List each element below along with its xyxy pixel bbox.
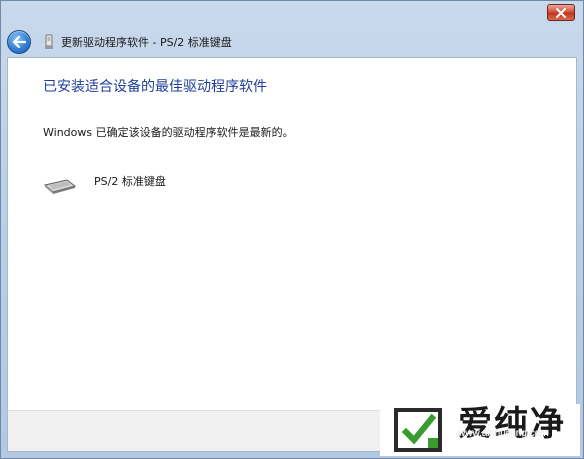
wizard-nav-bar: 更新驱动程序软件 - PS/2 标准键盘 xyxy=(7,29,577,55)
keyboard-icon xyxy=(43,179,77,194)
dialog-window: 更新驱动程序软件 - PS/2 标准键盘 已安装适合设备的最佳驱动程序软件 Wi… xyxy=(0,0,584,459)
title-bar[interactable] xyxy=(1,1,583,31)
device-name: PS/2 标准键盘 xyxy=(94,175,166,188)
device-row: PS/2 标准键盘 xyxy=(43,170,343,198)
page-heading: 已安装适合设备的最佳驱动程序软件 xyxy=(43,79,267,95)
wizard-content: 已安装适合设备的最佳驱动程序软件 Windows 已确定该设备的驱动程序软件是最… xyxy=(7,57,577,410)
back-arrow-icon xyxy=(12,36,26,48)
device-manager-icon xyxy=(43,34,55,50)
close-icon xyxy=(556,7,566,18)
back-button[interactable] xyxy=(7,30,31,54)
brand-logo-icon xyxy=(394,408,442,452)
wizard-title: 更新驱动程序软件 - PS/2 标准键盘 xyxy=(61,36,232,49)
status-message: Windows 已确定该设备的驱动程序软件是最新的。 xyxy=(43,126,294,139)
close-button[interactable] xyxy=(547,4,575,21)
watermark: 爱纯净 www.aichunjing.com xyxy=(380,404,580,456)
brand-url: www.aichunjing.com xyxy=(458,428,549,439)
